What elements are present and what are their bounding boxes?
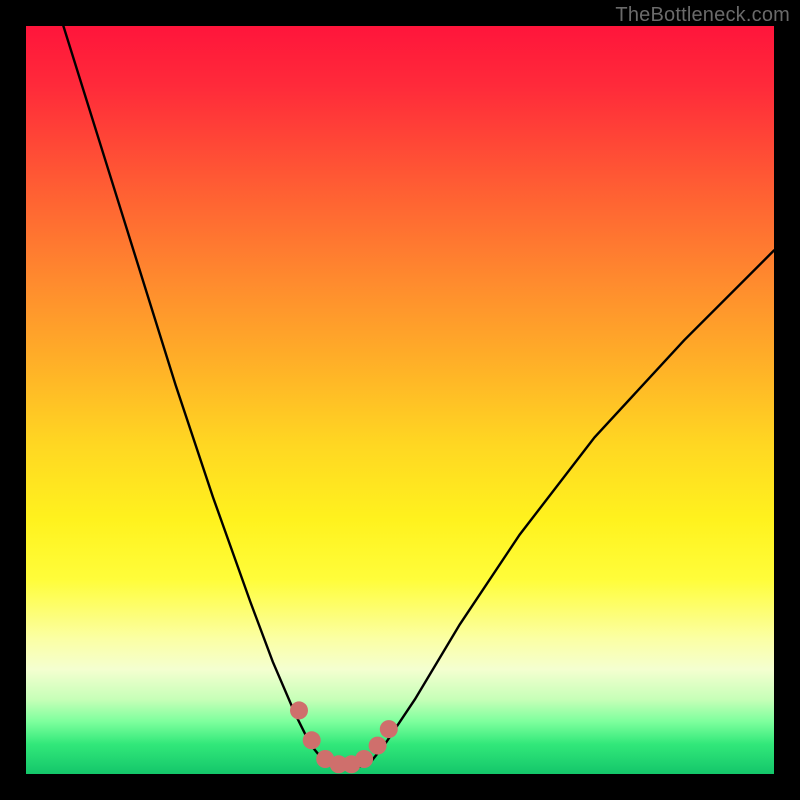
trough-marker bbox=[369, 737, 387, 755]
bottleneck-curve bbox=[63, 26, 774, 768]
trough-marker bbox=[380, 720, 398, 738]
trough-marker bbox=[303, 731, 321, 749]
trough-markers bbox=[290, 701, 398, 773]
chart-frame: TheBottleneck.com bbox=[0, 0, 800, 800]
trough-marker bbox=[355, 750, 373, 768]
trough-marker bbox=[290, 701, 308, 719]
plot-area bbox=[26, 26, 774, 774]
curve-layer bbox=[26, 26, 774, 774]
watermark-text: TheBottleneck.com bbox=[615, 4, 790, 27]
